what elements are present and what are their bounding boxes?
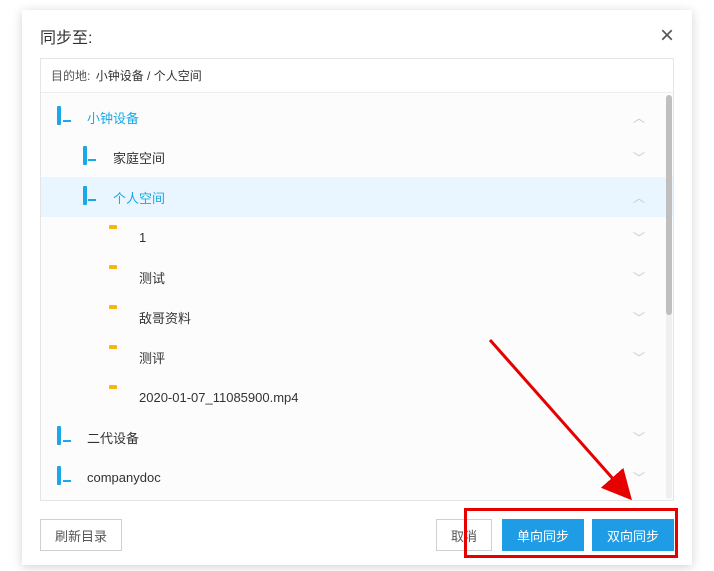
tree-container: 小钟设备︿家庭空间﹀个人空间︿1﹀测试﹀敌哥资料﹀测评﹀2020-01-07_1… <box>41 93 673 501</box>
tree-item-label: 1 <box>139 230 633 245</box>
folder-icon <box>109 348 131 366</box>
scrollbar-thumb[interactable] <box>666 95 672 315</box>
close-icon[interactable]: × <box>660 24 674 48</box>
chevron-down-icon[interactable]: ﹀ <box>633 349 645 366</box>
tree-row-folder-1[interactable]: 1﹀ <box>41 217 673 257</box>
folder-icon <box>109 308 131 326</box>
tree-row-dev-company[interactable]: companydoc﹀ <box>41 457 673 497</box>
chevron-down-icon[interactable]: ﹀ <box>633 149 645 166</box>
tree-row-space-personal[interactable]: 个人空间︿ <box>41 177 673 217</box>
tree-row-dev-erdai[interactable]: 二代设备﹀ <box>41 417 673 457</box>
dialog-header: 同步至: × <box>22 10 692 58</box>
chevron-down-icon[interactable]: ﹀ <box>633 229 645 246</box>
chevron-down-icon[interactable]: ﹀ <box>633 309 645 326</box>
chevron-down-icon[interactable]: ﹀ <box>633 469 645 486</box>
oneway-sync-button[interactable]: 单向同步 <box>502 519 584 551</box>
destination-label: 目的地: <box>51 69 90 83</box>
destination-bar: 目的地: 小钟设备 / 个人空间 <box>41 59 673 93</box>
destination-path: 小钟设备 / 个人空间 <box>96 69 202 83</box>
tree-item-label: 敌哥资料 <box>139 308 633 327</box>
refresh-button[interactable]: 刷新目录 <box>40 519 122 551</box>
tree-row-dev-xiaozhong[interactable]: 小钟设备︿ <box>41 97 673 137</box>
tree-item-label: 测试 <box>139 268 633 287</box>
device-icon <box>83 148 105 166</box>
folder-tree[interactable]: 小钟设备︿家庭空间﹀个人空间︿1﹀测试﹀敌哥资料﹀测评﹀2020-01-07_1… <box>41 93 673 501</box>
chevron-down-icon[interactable]: ﹀ <box>633 269 645 286</box>
device-icon <box>57 108 79 126</box>
tree-row-folder-dige[interactable]: 敌哥资料﹀ <box>41 297 673 337</box>
sync-dialog: 同步至: × 目的地: 小钟设备 / 个人空间 小钟设备︿家庭空间﹀个人空间︿1… <box>22 10 692 565</box>
dialog-footer: 刷新目录 取消 单向同步 双向同步 <box>22 509 692 565</box>
scrollbar[interactable] <box>666 95 672 499</box>
tree-row-space-family[interactable]: 家庭空间﹀ <box>41 137 673 177</box>
tree-item-label: 二代设备 <box>87 428 633 447</box>
tree-item-label: 小钟设备 <box>87 108 633 127</box>
folder-icon <box>109 228 131 246</box>
dialog-title: 同步至: <box>40 24 92 48</box>
tree-item-label: 家庭空间 <box>113 148 633 167</box>
folder-icon <box>109 388 131 406</box>
tree-item-label: 2020-01-07_11085900.mp4 <box>139 390 645 405</box>
chevron-up-icon[interactable]: ︿ <box>633 189 645 206</box>
tree-row-file-mp4[interactable]: 2020-01-07_11085900.mp4 <box>41 377 673 417</box>
dialog-body: 目的地: 小钟设备 / 个人空间 小钟设备︿家庭空间﹀个人空间︿1﹀测试﹀敌哥资… <box>40 58 674 501</box>
device-icon <box>57 428 79 446</box>
cancel-button[interactable]: 取消 <box>436 519 492 551</box>
device-icon <box>83 188 105 206</box>
tree-item-label: companydoc <box>87 470 633 485</box>
chevron-up-icon[interactable]: ︿ <box>633 109 645 126</box>
folder-icon <box>109 268 131 286</box>
twoway-sync-button[interactable]: 双向同步 <box>592 519 674 551</box>
tree-row-folder-ceping[interactable]: 测评﹀ <box>41 337 673 377</box>
tree-item-label: 测评 <box>139 348 633 367</box>
device-icon <box>57 468 79 486</box>
tree-item-label: 个人空间 <box>113 188 633 207</box>
tree-row-folder-test[interactable]: 测试﹀ <box>41 257 673 297</box>
chevron-down-icon[interactable]: ﹀ <box>633 429 645 446</box>
